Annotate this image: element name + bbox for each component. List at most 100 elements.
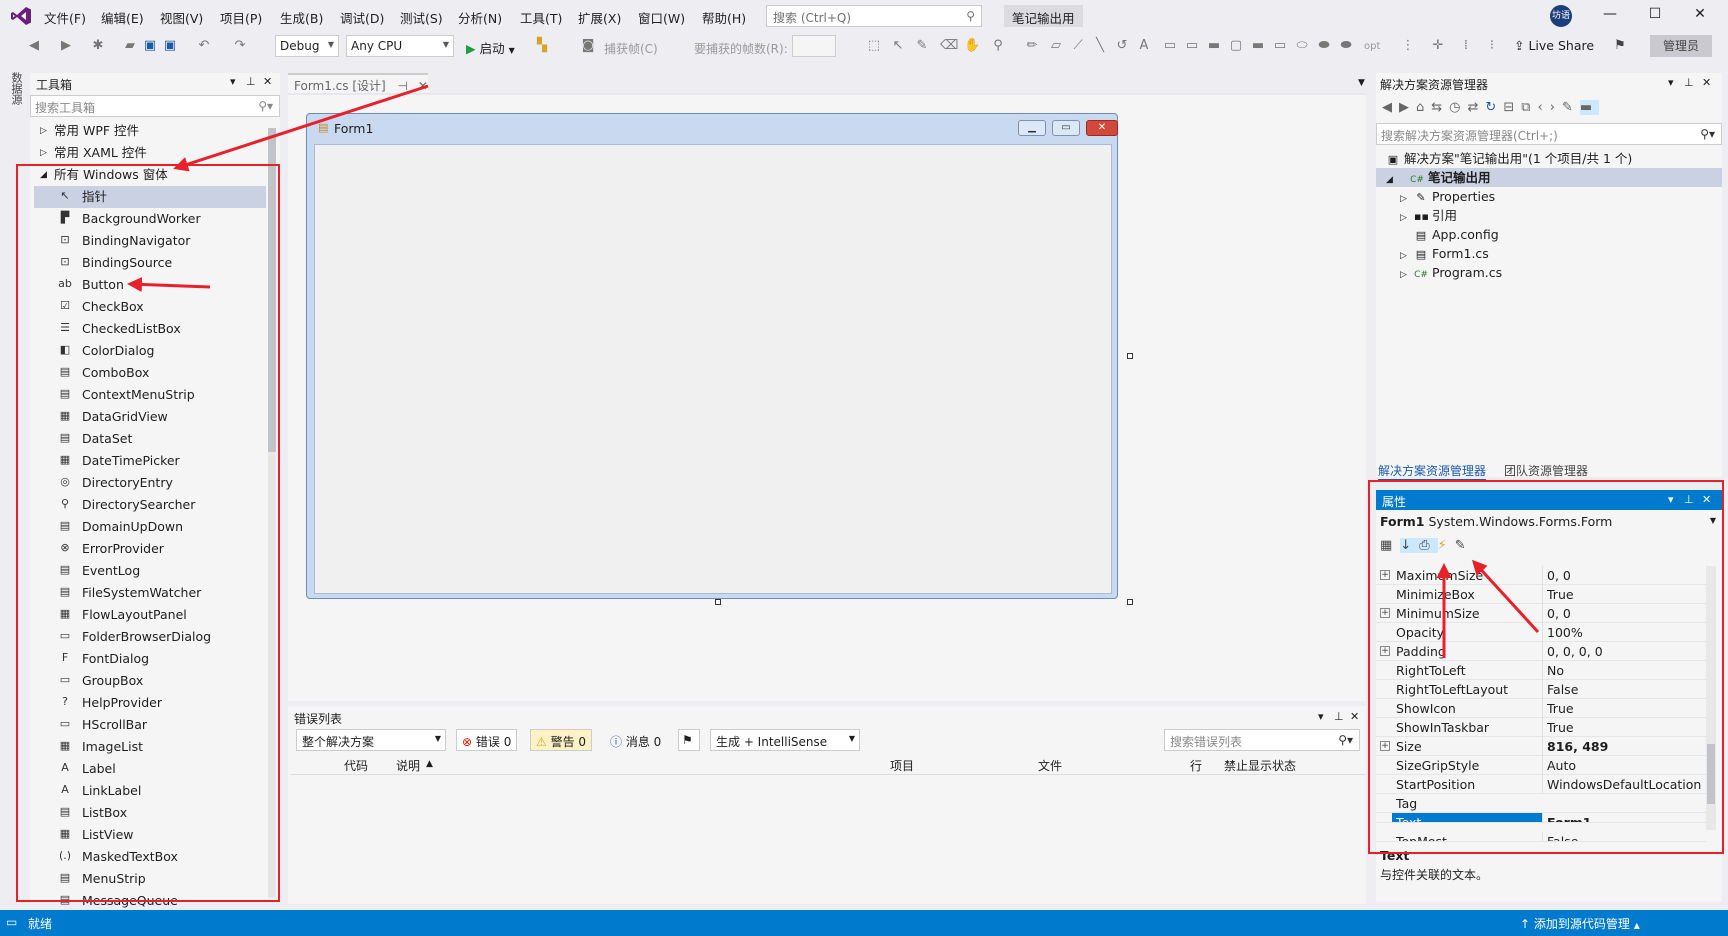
feedback-icon[interactable]: ⚑ (1612, 38, 1628, 54)
tree-item-program[interactable]: ▷ C# Program.cs (1400, 263, 1502, 282)
menu-extensions[interactable]: 扩展(X) (578, 8, 621, 27)
tab-solution-explorer[interactable]: 解决方案资源管理器 (1378, 462, 1487, 481)
close-icon[interactable]: ✕ (1350, 710, 1359, 723)
home-icon[interactable]: ⌂ (1416, 100, 1431, 115)
format-icon[interactable]: ⁝ (1484, 38, 1500, 54)
redo-icon[interactable]: ↷ (232, 38, 248, 54)
pin-icon[interactable]: ⊥ (1684, 76, 1694, 89)
refresh-icon[interactable]: ↻ (1485, 100, 1503, 115)
tab-team-explorer[interactable]: 团队资源管理器 (1504, 462, 1588, 479)
opt-label[interactable]: opt (1364, 41, 1380, 52)
toolbox-group[interactable]: ▷ 常用 WPF 控件 (30, 120, 260, 142)
resize-handle-right[interactable] (1127, 353, 1133, 359)
column-header-suppression[interactable]: 禁止显示状态 (1224, 757, 1296, 774)
rect-round-icon[interactable]: ▭ (1272, 38, 1288, 54)
solution-config-select[interactable]: Debug ▼ (275, 35, 339, 57)
filter-icon[interactable]: ⚑ (678, 729, 700, 751)
menu-window[interactable]: 窗口(W) (638, 8, 685, 27)
collapse-all-icon[interactable]: ⊟ (1503, 100, 1521, 115)
menu-debug[interactable]: 调试(D) (340, 8, 384, 27)
pointer-icon[interactable]: ↖ (890, 38, 906, 54)
tree-item-app-config[interactable]: ▤ App.config (1414, 225, 1499, 244)
errors-filter-button[interactable]: ⊗ 错误 0 (456, 729, 518, 751)
history-icon[interactable]: ◷ (1449, 100, 1467, 115)
preview-icon[interactable]: ▬ (1579, 100, 1600, 115)
line-icon[interactable]: ╲ (1092, 38, 1108, 54)
solution-node[interactable]: ▣ 解决方案"笔记输出用"(1 个项目/共 1 个) (1386, 149, 1633, 168)
column-header-code[interactable]: 代码 (344, 757, 368, 774)
chevron-down-icon[interactable]: ▼ (1358, 78, 1365, 88)
source-control-button[interactable]: ↑ 添加到源代码管理 ▲ (1520, 915, 1640, 932)
close-icon[interactable]: ✕ (1702, 76, 1711, 89)
hand-icon[interactable]: ✋ (964, 38, 980, 54)
column-header-project[interactable]: 项目 (890, 757, 914, 774)
live-share-button[interactable]: ⇪ Live Share (1514, 38, 1594, 53)
solution-explorer-search-input[interactable]: 搜索解决方案资源管理器(Ctrl+;) ⚲▾ (1376, 123, 1722, 145)
eyedropper-icon[interactable]: ⟋ (1070, 38, 1086, 54)
align-icon[interactable]: ⁞ (1458, 38, 1474, 54)
error-search-input[interactable]: 搜索错误列表 ⚲▾ (1164, 729, 1360, 751)
project-node[interactable]: ◢ C# 笔记输出用 (1376, 168, 1722, 187)
close-icon[interactable]: ✕ (263, 75, 272, 88)
toolbox-search-input[interactable]: 搜索工具箱 ⚲▾ (30, 95, 280, 117)
select-icon[interactable]: ⬚ (866, 38, 882, 54)
resize-handle-corner[interactable] (1127, 599, 1133, 605)
pin-icon[interactable]: ⊥ (246, 75, 256, 88)
messages-filter-button[interactable]: ⓘ 消息 0 (604, 729, 667, 751)
back-icon[interactable]: ◀ (1382, 100, 1399, 115)
forward-icon[interactable]: ▶ (58, 38, 74, 54)
camera-icon[interactable]: ◙ (580, 38, 596, 54)
tree-item-form1[interactable]: ▷ ▤ Form1.cs (1400, 244, 1489, 263)
back-icon[interactable]: ◀ (26, 38, 42, 54)
brush-icon[interactable]: ✎ (914, 38, 930, 54)
rect-filled-icon[interactable]: ▬ (1250, 38, 1266, 54)
ellipse-alt-icon[interactable]: ⬬ (1338, 38, 1354, 54)
sync-icon[interactable]: ⇄ (1468, 100, 1486, 115)
zoom-icon[interactable]: ⚲ (990, 38, 1006, 54)
maximize-icon[interactable]: ☐ (1645, 6, 1665, 26)
switch-views-icon[interactable]: ⇆ (1431, 100, 1449, 115)
menu-file[interactable]: 文件(F) (44, 8, 86, 27)
chevron-down-icon[interactable]: ▾ (1318, 710, 1324, 723)
menu-analyze[interactable]: 分析(N) (458, 8, 502, 27)
data-sources-side-tab[interactable]: 数据源 (8, 72, 24, 105)
menu-build[interactable]: 生成(B) (280, 8, 323, 27)
open-folder-icon[interactable]: ▰ (122, 38, 138, 54)
error-scope-select[interactable]: 整个解决方案 ▼ (296, 729, 446, 751)
capture-frames-button[interactable]: 捕获帧(C) (604, 40, 658, 57)
menu-help[interactable]: 帮助(H) (702, 8, 746, 27)
menu-edit[interactable]: 编辑(E) (101, 8, 144, 27)
curve-icon[interactable]: ↺ (1114, 38, 1130, 54)
ellipse-icon[interactable]: ⬭ (1294, 38, 1310, 54)
ellipse-filled-icon[interactable]: ⬬ (1316, 38, 1332, 54)
error-source-select[interactable]: 生成 + IntelliSense ▼ (710, 729, 860, 751)
save-all-icon[interactable]: ▣ (162, 38, 178, 54)
form1-client-area[interactable] (314, 144, 1112, 594)
menu-project[interactable]: 项目(P) (220, 8, 262, 27)
rounded-rect-icon[interactable]: ▬ (1206, 38, 1222, 54)
chevron-down-icon[interactable]: ▾ (1668, 76, 1674, 89)
filled-rectangle-icon[interactable]: ▭ (1184, 38, 1200, 54)
eraser-icon[interactable]: ⌫ (940, 38, 958, 54)
global-search-input[interactable]: 搜索 (Ctrl+Q) ⚲ (766, 5, 982, 27)
forward-icon[interactable]: ▶ (1399, 100, 1416, 115)
wrench-icon[interactable]: ✎ (1562, 100, 1580, 115)
avatar[interactable]: 坊语 (1550, 5, 1572, 27)
menu-view[interactable]: 视图(V) (160, 8, 203, 27)
menu-tools[interactable]: 工具(T) (520, 8, 562, 27)
frames-to-capture-input[interactable] (792, 35, 836, 57)
rectangle-icon[interactable]: ▭ (1162, 38, 1178, 54)
grid-icon[interactable]: ⋮ (1400, 38, 1416, 54)
crosshair-icon[interactable]: ✛ (1430, 38, 1446, 54)
pin-icon[interactable]: ⊥ (1334, 710, 1344, 723)
save-icon[interactable]: ▣ (142, 38, 158, 54)
resize-handle-bottom[interactable] (715, 599, 721, 605)
tab-form1-designer[interactable]: Form1.cs [设计] ⊣ ✕ (288, 73, 428, 93)
show-all-files-icon[interactable]: ⧉ (1521, 100, 1537, 115)
platform-select[interactable]: Any CPU ▼ (346, 35, 454, 57)
tree-item-properties[interactable]: ▷ ✎ Properties (1400, 187, 1495, 206)
tree-item-references[interactable]: ▷ ▪▪ 引用 (1400, 206, 1457, 225)
menu-test[interactable]: 测试(S) (400, 8, 443, 27)
rect-outline-icon[interactable]: ▢ (1228, 38, 1244, 54)
column-header-description[interactable]: 说明 (396, 757, 420, 774)
